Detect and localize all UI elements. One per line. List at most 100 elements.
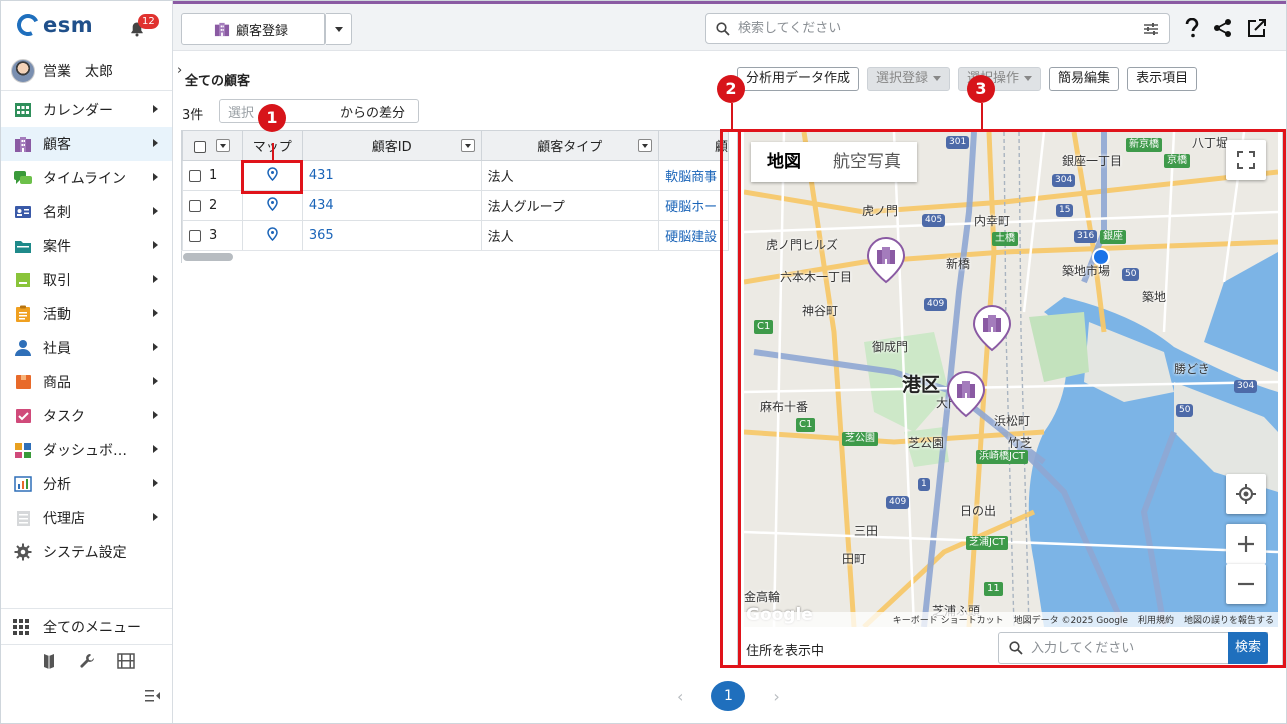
customer-id-cell[interactable]: 365 [301, 220, 482, 251]
customer-id-cell[interactable]: 434 [301, 190, 482, 221]
row-checkbox[interactable] [189, 229, 201, 242]
customer-map-marker[interactable] [972, 304, 1012, 352]
next-page-button[interactable]: › [773, 687, 779, 706]
road-number: 50 [1176, 404, 1194, 417]
map-label: 築地 [1142, 290, 1167, 304]
sidebar-nav: カレンダー 顧客 タイムライン 名刺 案件 取引 活動 社員 商品 タスク ダッ… [1, 93, 172, 569]
column-filter-icon[interactable] [638, 139, 653, 152]
sidebar-item-product[interactable]: 商品 [1, 365, 172, 399]
esm-logo[interactable]: esm [13, 10, 93, 40]
filter-settings-icon[interactable] [1143, 22, 1159, 36]
sidebar-item-customer[interactable]: 顧客 [1, 127, 172, 161]
fullscreen-icon [1237, 151, 1255, 169]
customer-name-link[interactable]: 硬脳建設 [665, 230, 717, 245]
sidebar-item-task[interactable]: タスク [1, 399, 172, 433]
prev-page-button[interactable]: ‹ [677, 687, 683, 706]
map-tab-map[interactable]: 地図 [751, 142, 817, 182]
search-icon [716, 21, 730, 36]
help-icon[interactable] [1185, 18, 1199, 38]
sidebar-item-timeline[interactable]: タイムライン [1, 161, 172, 195]
sidebar-item-dashboard[interactable]: ダッシュボ… [1, 433, 172, 467]
display-items-button[interactable]: 表示項目 [1127, 67, 1198, 91]
map-pin-cell[interactable] [241, 190, 303, 221]
diff-select[interactable]: 選択 からの差分 [219, 99, 419, 123]
column-header-customer-name[interactable]: 顧 [658, 130, 729, 161]
wrench-icon[interactable] [79, 653, 95, 669]
user-profile[interactable]: 営業 太郎 [11, 59, 113, 83]
column-filter-icon[interactable] [460, 139, 475, 152]
select-all-checkbox[interactable] [194, 140, 207, 153]
sidebar-item-project[interactable]: 案件 [1, 229, 172, 263]
select-register-button[interactable]: 選択登録 [867, 67, 951, 91]
film-icon[interactable] [117, 653, 135, 669]
customer-map-marker[interactable] [946, 370, 986, 418]
map-pin-cell[interactable] [241, 220, 303, 251]
expand-arrow-icon[interactable]: › [177, 63, 182, 78]
all-menu-button[interactable]: 全てのメニュー [13, 614, 141, 640]
row-checkbox[interactable] [189, 199, 201, 212]
sidebar-item-deal[interactable]: 取引 [1, 263, 172, 297]
sidebar-item-activity[interactable]: 活動 [1, 297, 172, 331]
clipboard-icon [13, 305, 33, 323]
row-select-cell[interactable]: 3 [182, 220, 243, 251]
customer-name-link[interactable]: 硬脳ホー [665, 200, 717, 215]
book-icon[interactable] [41, 653, 57, 669]
share-icon[interactable] [1213, 18, 1233, 38]
create-analysis-data-button[interactable]: 分析用データ作成 [737, 67, 860, 91]
register-dropdown-button[interactable] [326, 13, 352, 45]
sidebar-item-business-card[interactable]: 名刺 [1, 195, 172, 229]
road-number: 409 [924, 298, 948, 311]
zoom-out-button[interactable] [1226, 564, 1266, 604]
quick-edit-button[interactable]: 簡易編集 [1049, 67, 1120, 91]
customer-name-link[interactable]: 軟脳商事 [665, 170, 717, 185]
terms-link[interactable]: 利用規約 [1138, 613, 1174, 626]
sidebar-item-label: 案件 [43, 239, 71, 255]
dashboard-icon [13, 441, 33, 459]
horizontal-scrollbar[interactable] [181, 250, 729, 262]
customer-id-link[interactable]: 431 [309, 168, 334, 183]
highlight-map-panel [738, 129, 1286, 668]
customer-name-cell[interactable]: 軟脳商事 [658, 160, 729, 191]
column-header-customer-type[interactable]: 顧客タイプ [480, 130, 660, 161]
keyboard-shortcuts-link[interactable]: キーボード ショートカット [893, 613, 1004, 626]
customer-name-cell[interactable]: 硬脳建設 [658, 220, 729, 251]
notification-badge: 12 [138, 14, 159, 29]
customer-id-link[interactable]: 365 [309, 228, 334, 243]
map-label: 御成門 [872, 340, 909, 354]
road-number: 15 [1056, 204, 1074, 217]
sidebar-item-system-settings[interactable]: システム設定 [1, 535, 172, 569]
chevron-down-icon[interactable] [216, 139, 231, 152]
sidebar-item-label: 活動 [43, 307, 71, 323]
customer-name-cell[interactable]: 硬脳ホー [658, 190, 729, 221]
map-pin-icon[interactable] [266, 196, 278, 211]
scrollbar-thumb[interactable] [183, 253, 233, 261]
open-external-icon[interactable] [1247, 18, 1267, 38]
customer-map-marker[interactable] [866, 236, 906, 284]
sidebar-item-employee[interactable]: 社員 [1, 331, 172, 365]
page-number-current[interactable]: 1 [711, 681, 746, 711]
customer-id-link[interactable]: 434 [309, 198, 334, 213]
chevron-right-icon [153, 207, 158, 215]
sidebar-item-calendar[interactable]: カレンダー [1, 93, 172, 127]
fullscreen-button[interactable] [1226, 140, 1266, 180]
select-all-header[interactable] [182, 130, 243, 161]
row-checkbox[interactable] [189, 169, 201, 182]
sidebar-item-agency[interactable]: 代理店 [1, 501, 172, 535]
customer-id-cell[interactable]: 431 [301, 160, 482, 191]
row-select-cell[interactable]: 1 [182, 160, 243, 191]
row-select-cell[interactable]: 2 [182, 190, 243, 221]
sidebar-item-analysis[interactable]: 分析 [1, 467, 172, 501]
map-tag: 芝浦JCT [966, 536, 1009, 550]
zoom-in-button[interactable] [1226, 524, 1266, 564]
map-pin-icon[interactable] [266, 226, 278, 241]
register-customer-button[interactable]: 顧客登録 [181, 13, 326, 45]
my-location-button[interactable] [1226, 474, 1266, 514]
app-window: esm 12 営業 太郎 カレンダー 顧客 タイムライン 名刺 案件 取引 活動… [0, 0, 1287, 724]
sidebar-item-label: 代理店 [43, 511, 85, 527]
building-icon [13, 135, 33, 153]
report-error-link[interactable]: 地図の誤りを報告する [1184, 613, 1274, 626]
search-input[interactable] [738, 21, 1143, 36]
collapse-sidebar-icon[interactable] [145, 689, 161, 703]
column-header-customer-id[interactable]: 顧客ID [301, 130, 482, 161]
map-tab-satellite[interactable]: 航空写真 [817, 142, 917, 182]
